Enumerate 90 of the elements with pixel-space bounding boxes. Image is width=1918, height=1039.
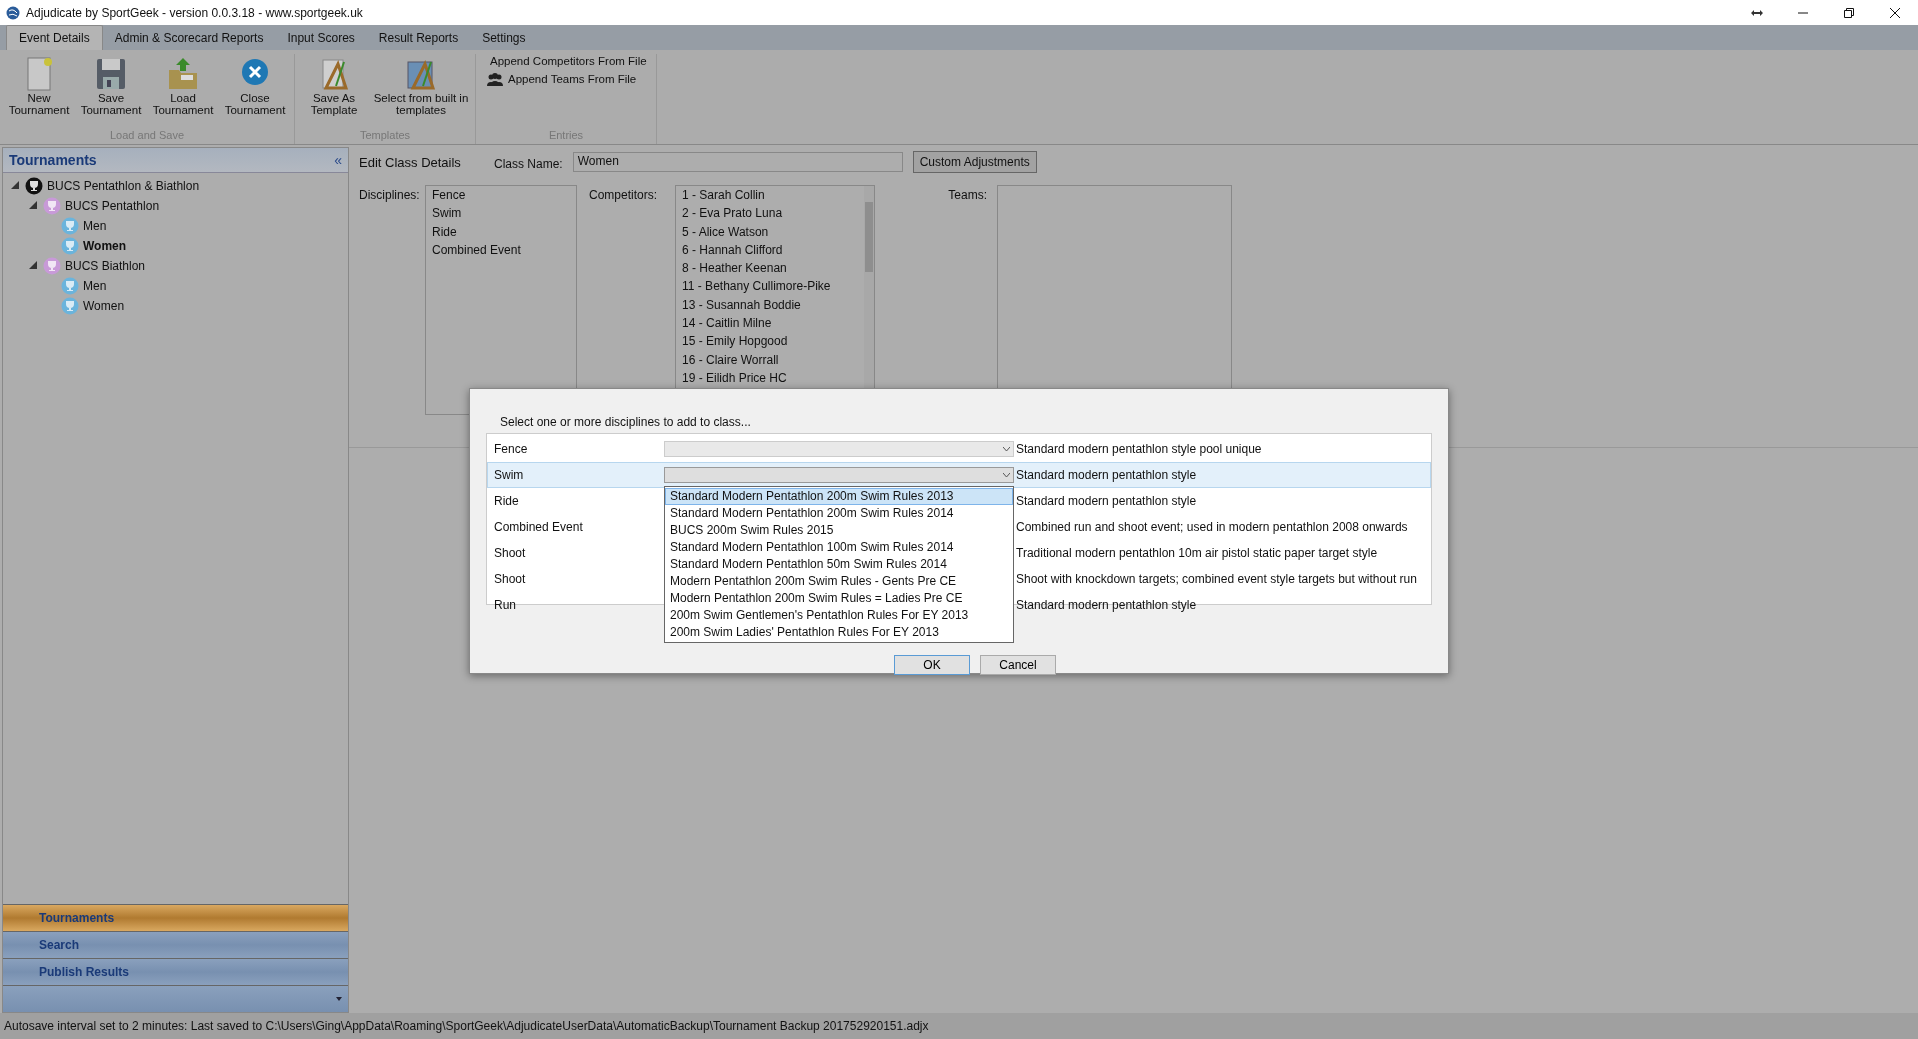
ribbon-button[interactable]: Close Tournament (220, 54, 290, 129)
list-item[interactable]: 8 - Heather Keenan (682, 261, 858, 280)
field-label: Competitors: (587, 187, 657, 202)
ribbon-button[interactable]: Append Teams From File (486, 72, 646, 86)
trophy-icon (61, 277, 79, 295)
ribbon-button[interactable]: Select from built in templates (371, 54, 471, 129)
list-item[interactable]: Fence (432, 188, 570, 207)
tree-item[interactable]: Women (83, 299, 125, 313)
discipline-name[interactable]: Shoot (490, 546, 664, 560)
list-item[interactable]: 19 - Eilidh Price HC (682, 370, 858, 390)
people-icon (486, 72, 504, 86)
list-item[interactable]: 11 - Bethany Cullimore-Pike (682, 279, 858, 298)
ribbon-button[interactable]: Save Tournament (76, 54, 146, 129)
status-bar: Autosave interval set to 2 minutes: Last saved to C:\Users\Ging\AppData\Roaming\SportGeek\AdjudicateUserData\AutomaticBackup\Tournament Backup 201752920151.adjx (0, 1013, 1918, 1039)
discipline-description: Standard modern pentathlon style (1015, 468, 1197, 482)
chevron-down-icon[interactable] (336, 997, 342, 1001)
panel-title: Tournaments (9, 152, 97, 168)
section-title: Edit Class Details (359, 154, 462, 170)
ribbon-button[interactable]: New Tournament (4, 54, 74, 129)
discipline-name[interactable]: Run (490, 598, 664, 612)
list-item[interactable]: 6 - Hannah Clifford (682, 242, 858, 262)
class-name-field[interactable]: Women (572, 152, 903, 172)
ribbon-tab[interactable]: Result Reports (366, 26, 471, 50)
trophy-icon (43, 197, 61, 215)
dialog-button[interactable]: OK (894, 655, 970, 675)
trophy-icon (61, 217, 79, 235)
chevron-down-icon (1003, 473, 1010, 477)
folder-icon (167, 56, 199, 92)
ribbon-tab[interactable]: Admin & Scorecard Reports (102, 26, 276, 50)
custom-adjustments-button[interactable]: Custom Adjustments (912, 151, 1037, 173)
expand-arrow-icon[interactable] (11, 181, 19, 189)
field-label: Disciplines: (359, 187, 417, 202)
discipline-name[interactable]: Fence (490, 442, 664, 456)
dropdown-option[interactable]: Modern Pentathlon 200m Swim Rules - Gents Pre CE (665, 573, 1013, 590)
discipline-description: Traditional modern pentathlon 10m air pistol static paper target style (1015, 546, 1378, 560)
tree-item[interactable]: BUCS Biathlon (65, 259, 146, 273)
tree-item[interactable]: BUCS Pentathlon & Biathlon (47, 179, 200, 193)
dropdown-option[interactable]: Standard Modern Pentathlon 200m Swim Rules 2013 (665, 488, 1013, 505)
ribbon-button[interactable]: Load Tournament (148, 54, 218, 129)
discipline-description: Standard modern pentathlon style (1015, 494, 1197, 508)
discipline-description: Shoot with knockdown targets; combined event style targets but without run (1015, 572, 1417, 586)
discipline-description: Combined run and shoot event; used in modern pentathlon 2008 onwards (1015, 520, 1408, 534)
app-logo-icon (6, 5, 20, 20)
list-item[interactable]: Combined Event (432, 242, 570, 262)
list-item[interactable]: Swim (432, 206, 570, 225)
expand-arrow-icon[interactable] (29, 261, 37, 269)
trophy-icon (43, 257, 61, 275)
ribbon-tab[interactable]: Event Details (6, 25, 103, 50)
trophy-icon (61, 297, 79, 315)
dropdown-option[interactable]: Standard Modern Pentathlon 100m Swim Rules 2014 (665, 539, 1013, 556)
list-item[interactable]: 2 - Eva Prato Luna (682, 206, 858, 225)
field-label: Class Name: (494, 155, 563, 171)
dropdown-option[interactable]: BUCS 200m Swim Rules 2015 (665, 522, 1013, 539)
expand-arrow-icon[interactable] (29, 201, 37, 209)
restore-icon[interactable] (1844, 7, 1854, 18)
chevron-down-icon (1003, 447, 1010, 451)
tree-item[interactable]: Men (83, 219, 107, 233)
list-item[interactable]: 13 - Susannah Boddie (682, 297, 858, 317)
collapse-button[interactable]: « (334, 152, 342, 168)
ribbon-button[interactable]: Append Competitors From File (486, 54, 646, 68)
discipline-name[interactable]: Swim (490, 468, 664, 482)
field-label: Teams: (947, 187, 987, 202)
list-item[interactable]: 1 - Sarah Collin (682, 188, 858, 207)
discipline-name[interactable]: Shoot (490, 572, 664, 586)
dialog-button[interactable]: Cancel (980, 655, 1056, 675)
dropdown-option[interactable]: 200m Swim Gentlemen's Pentathlon Rules For EY 2013 (665, 607, 1013, 624)
list-item[interactable]: Ride (432, 224, 570, 243)
tree-item[interactable]: Men (83, 279, 107, 293)
list-item[interactable]: 14 - Caitlin Milne (682, 316, 858, 335)
discipline-description: Standard modern pentathlon style (1015, 598, 1197, 612)
tree-item[interactable]: BUCS Pentathlon (65, 199, 160, 213)
discipline-name[interactable]: Ride (490, 494, 664, 508)
dropdown-option[interactable]: 200m Swim Ladies' Pentathlon Rules For EY 2013 (665, 624, 1013, 641)
dropdown-option[interactable]: Standard Modern Pentathlon 200m Swim Rules 2014 (665, 505, 1013, 522)
dropdown-option[interactable]: Modern Pentathlon 200m Swim Rules = Ladies Pre CE (665, 590, 1013, 607)
trophy-icon (61, 237, 79, 255)
dialog-prompt: Select one or more disciplines to add to class... (499, 415, 752, 429)
list-item[interactable]: 15 - Emily Hopgood (682, 334, 858, 353)
trophy-icon (25, 177, 43, 195)
list-item[interactable]: 16 - Claire Worrall (682, 352, 858, 371)
list-item[interactable]: 5 - Alice Watson (682, 224, 858, 243)
ribbon-tab[interactable]: Input Scores (275, 26, 367, 50)
dropdown-option[interactable]: Standard Modern Pentathlon 50m Swim Rules 2014 (665, 556, 1013, 573)
ribbon-button[interactable]: Save As Template (299, 54, 369, 129)
window-title: Adjudicate by SportGeek - version 0.0.3.18 - www.sportgeek.uk (26, 5, 364, 20)
discipline-name[interactable]: Combined Event (490, 520, 664, 534)
ribbon-tab[interactable]: Settings (470, 26, 538, 50)
discipline-description: Standard modern pentathlon style pool unique (1015, 442, 1262, 456)
tree-item[interactable]: Women (83, 239, 127, 253)
close-icon[interactable] (1890, 7, 1900, 18)
